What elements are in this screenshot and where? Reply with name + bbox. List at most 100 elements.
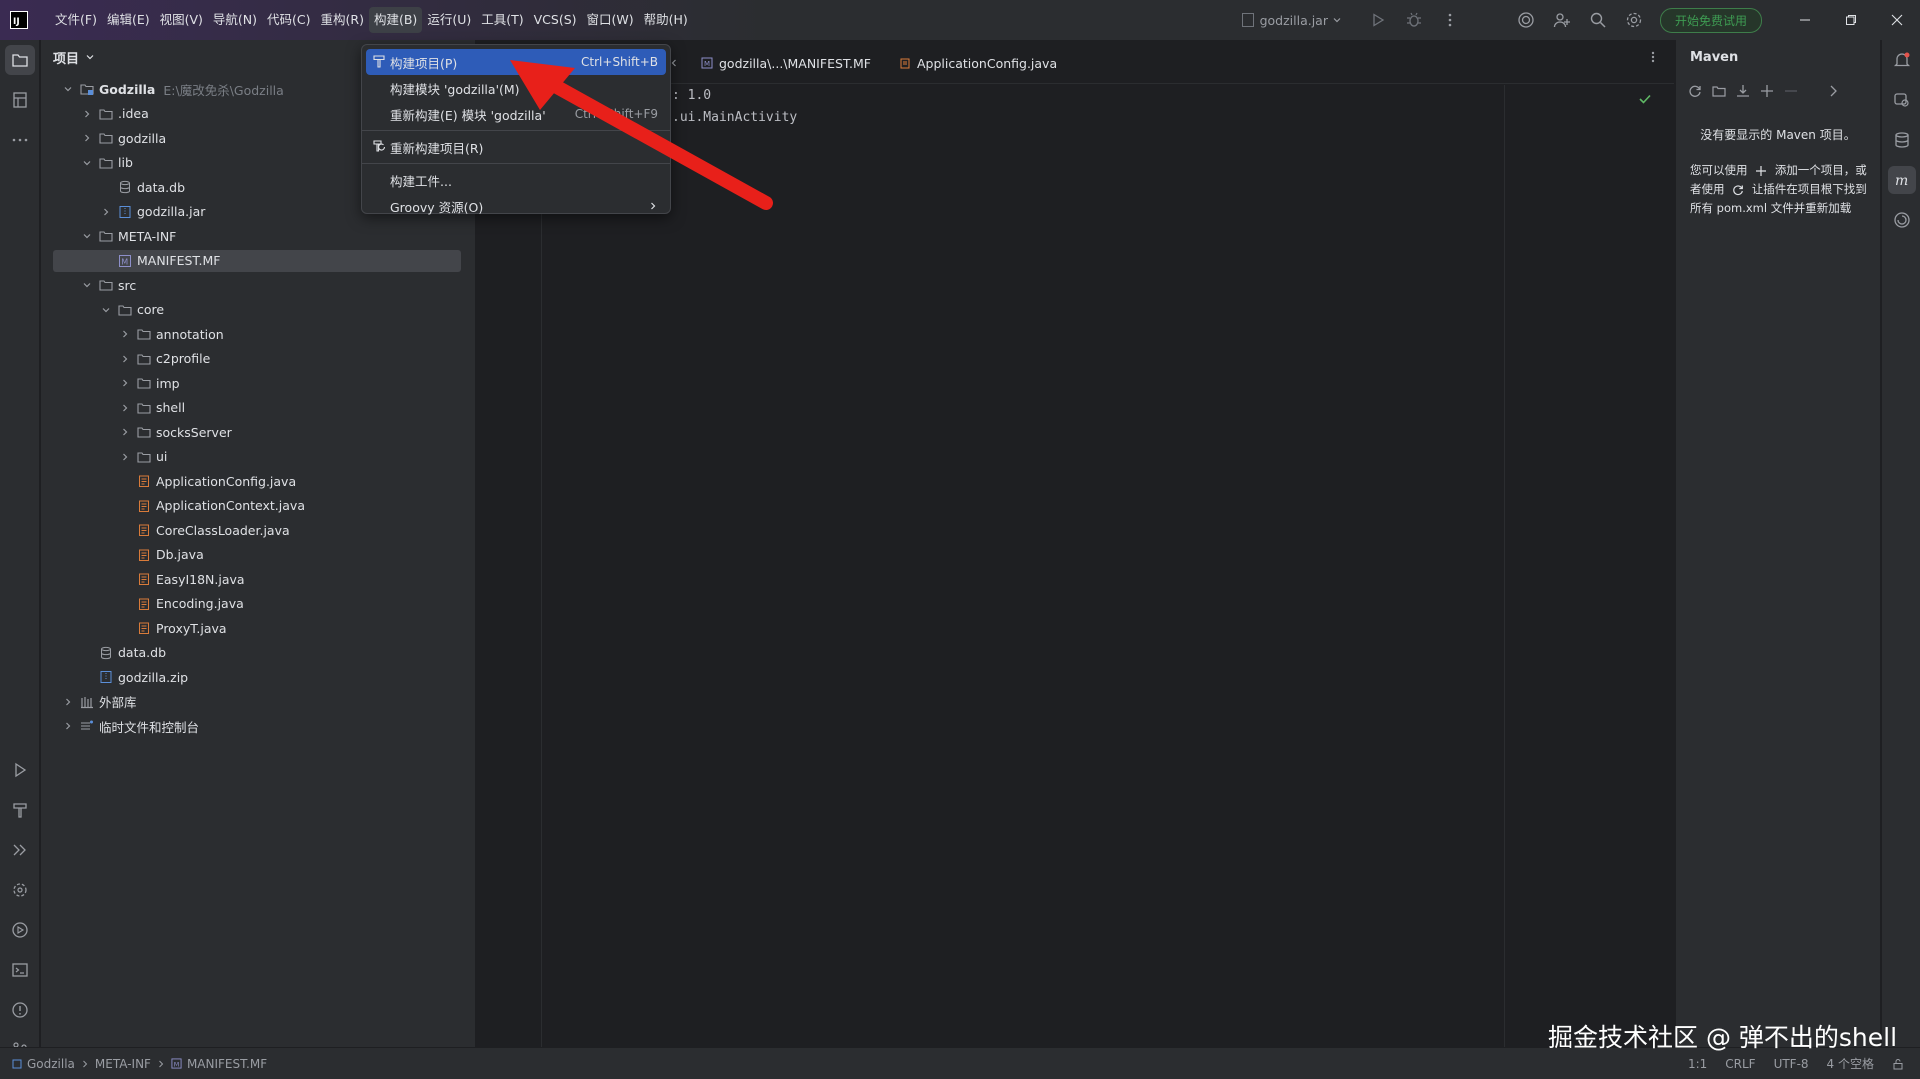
ai-assistant-button[interactable] — [1508, 0, 1544, 40]
tree-item[interactable]: Db.java — [53, 544, 204, 566]
open-folder-icon[interactable] — [1712, 84, 1726, 98]
file-encoding[interactable]: UTF-8 — [1774, 1057, 1809, 1071]
tree-item[interactable]: socksServer — [53, 421, 232, 443]
breadcrumb-item-manifest[interactable]: M MANIFEST.MF — [171, 1057, 267, 1071]
minimize-button[interactable] — [1782, 0, 1828, 40]
problems-tool-button[interactable] — [0, 990, 40, 1030]
tree-item[interactable]: ProxyT.java — [53, 617, 227, 639]
structure-tool-button[interactable] — [0, 80, 40, 120]
plus-icon[interactable] — [1760, 84, 1774, 98]
tree-item[interactable]: CoreClassLoader.java — [53, 519, 290, 541]
free-trial-button[interactable]: 开始免费试用 — [1659, 7, 1762, 33]
collapse-arrow-icon[interactable] — [61, 82, 75, 96]
terminal-tool-button[interactable] — [0, 950, 40, 990]
plugins-tool-button[interactable] — [0, 870, 40, 910]
breadcrumb-item-meta-inf[interactable]: META-INF — [95, 1057, 151, 1071]
tree-item[interactable]: Encoding.java — [53, 593, 244, 615]
plus-icon[interactable] — [1755, 165, 1767, 177]
expand-arrow-icon[interactable] — [118, 376, 132, 390]
tree-item[interactable]: data.db — [53, 642, 166, 664]
code-with-me-button[interactable] — [1544, 0, 1580, 40]
build-tool-button[interactable] — [0, 790, 40, 830]
more-vertical-icon[interactable] — [1646, 50, 1660, 64]
expand-arrow-icon[interactable] — [118, 450, 132, 464]
caret-position[interactable]: 1:1 — [1688, 1057, 1707, 1071]
code-line-2[interactable]: .ui.MainActivity — [672, 110, 797, 125]
run-config-selector[interactable]: godzilla.jar — [1241, 13, 1342, 28]
tree-item[interactable]: godzilla.jar — [53, 201, 205, 223]
expand-arrow-icon[interactable] — [118, 401, 132, 415]
expand-arrow-icon[interactable] — [118, 425, 132, 439]
menu-item[interactable]: 视图(V) — [155, 7, 208, 33]
run-button[interactable] — [1360, 0, 1396, 40]
menu-item[interactable]: 窗口(W) — [582, 7, 639, 33]
menu-item[interactable]: 运行(U) — [422, 7, 476, 33]
debug-button[interactable] — [1396, 0, 1432, 40]
tree-item[interactable]: src — [53, 274, 136, 296]
build-menu-item[interactable]: 重新构建项目(R) — [366, 134, 666, 160]
reload-icon[interactable] — [1732, 184, 1744, 196]
expand-arrow-icon[interactable] — [80, 107, 94, 121]
checkmark-icon[interactable] — [1638, 92, 1652, 106]
more-tools-button[interactable] — [0, 120, 40, 160]
tree-item[interactable]: annotation — [53, 323, 224, 345]
build-menu-item[interactable]: Groovy 资源(O) — [366, 193, 666, 219]
ai-assistant-tool-button[interactable] — [1882, 200, 1920, 240]
collapse-arrow-icon[interactable] — [80, 278, 94, 292]
menu-item[interactable]: 构建(B) — [368, 7, 423, 33]
maven-tool-button[interactable]: m — [1882, 160, 1920, 200]
tab-applicationconfig[interactable]: ApplicationConfig.java — [885, 43, 1071, 83]
tree-item[interactable]: .idea — [53, 103, 149, 125]
lock-icon[interactable] — [1892, 1058, 1904, 1070]
tab-manifest[interactable]: M godzilla\...\MANIFEST.MF — [687, 43, 885, 83]
chevron-right-icon[interactable] — [1826, 84, 1840, 98]
settings-button[interactable] — [1616, 0, 1652, 40]
build-menu-item[interactable]: 构建模块 'godzilla'(M) — [366, 75, 666, 101]
more-actions-button[interactable] — [1432, 0, 1468, 40]
tree-item[interactable]: M MANIFEST.MF — [53, 249, 461, 272]
menu-item[interactable]: 文件(F) — [50, 7, 102, 33]
minus-icon[interactable] — [1784, 84, 1798, 98]
project-tool-button[interactable] — [0, 40, 40, 80]
expand-arrow-icon[interactable] — [61, 695, 75, 709]
build-menu-item[interactable]: 重新构建(E) 模块 'godzilla' Ctrl+Shift+F9 — [366, 101, 666, 127]
expand-arrow-icon[interactable] — [118, 327, 132, 341]
tree-item[interactable]: 临时文件和控制台 — [53, 715, 199, 737]
menu-item[interactable]: 工具(T) — [476, 7, 528, 33]
build-menu-item[interactable]: 构建工件... — [366, 167, 666, 193]
expand-arrow-icon[interactable] — [118, 352, 132, 366]
download-icon[interactable] — [1736, 84, 1750, 98]
menu-item[interactable]: 重构(R) — [316, 7, 369, 33]
notifications-tool-button[interactable] — [1882, 40, 1920, 80]
restore-button[interactable] — [1828, 0, 1874, 40]
tree-item[interactable]: imp — [53, 372, 180, 394]
run-tool-button[interactable] — [0, 750, 40, 790]
search-everywhere-button[interactable] — [1580, 0, 1616, 40]
tree-item[interactable]: ApplicationContext.java — [53, 495, 305, 517]
tree-item[interactable]: ui — [53, 446, 167, 468]
expand-arrow-icon[interactable] — [80, 131, 94, 145]
expand-arrow-icon[interactable] — [99, 205, 113, 219]
tree-item[interactable]: core — [53, 299, 164, 321]
line-separator[interactable]: CRLF — [1725, 1057, 1755, 1071]
tree-item[interactable]: c2profile — [53, 348, 210, 370]
menu-item[interactable]: 导航(N) — [208, 7, 262, 33]
reload-icon[interactable] — [1688, 84, 1702, 98]
tree-item[interactable]: godzilla.zip — [53, 666, 188, 688]
ai-chat-tool-button[interactable] — [1882, 80, 1920, 120]
services-tool-button[interactable] — [0, 830, 40, 870]
tree-item[interactable]: data.db — [53, 176, 185, 198]
menu-item[interactable]: VCS(S) — [529, 7, 582, 33]
code-line-1[interactable]: : 1.0 — [672, 88, 711, 103]
database-tool-button[interactable] — [1882, 120, 1920, 160]
breadcrumb-item-godzilla[interactable]: Godzilla — [12, 1057, 75, 1071]
tree-item[interactable]: EasyI18N.java — [53, 568, 245, 590]
collapse-arrow-icon[interactable] — [99, 303, 113, 317]
close-window-button[interactable] — [1874, 0, 1920, 40]
build-menu-item[interactable]: 构建项目(P) Ctrl+Shift+B — [366, 49, 666, 75]
indent-setting[interactable]: 4 个空格 — [1827, 1055, 1874, 1072]
tree-item[interactable]: 外部库 — [53, 691, 137, 713]
menu-item[interactable]: 编辑(E) — [102, 7, 155, 33]
collapse-arrow-icon[interactable] — [80, 229, 94, 243]
tree-item[interactable]: Godzilla E:\魔改免杀\Godzilla — [53, 78, 284, 100]
